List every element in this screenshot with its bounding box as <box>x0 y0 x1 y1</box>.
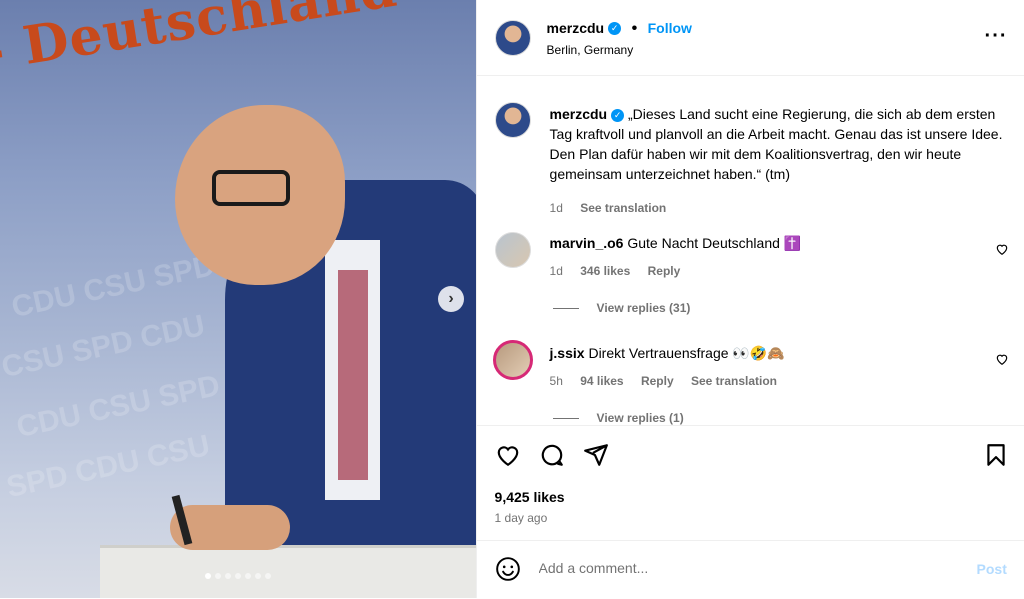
more-options-icon[interactable]: ··· <box>985 25 1008 48</box>
author-line: merzcdu ✓ • Follow <box>547 20 692 38</box>
view-replies-button[interactable]: View replies (1) <box>552 411 684 425</box>
instagram-post-dialog: - Deutschland CDU CSU SPD CSU SPD CDU CD… <box>0 0 1024 598</box>
post-comment-button[interactable]: Post <box>977 561 1007 577</box>
emoji-picker-icon[interactable] <box>495 556 521 582</box>
caption-meta: 1d See translation <box>550 198 1005 218</box>
like-comment-heart-icon[interactable] <box>995 352 1009 366</box>
post-location[interactable]: Berlin, Germany <box>547 43 634 57</box>
comment-meta: 1d 346 likes Reply <box>550 261 970 281</box>
caption-username[interactable]: merzcdu <box>550 106 608 122</box>
caption-age: 1d <box>549 201 563 215</box>
post-timestamp: 1 day ago <box>494 511 548 525</box>
desk-shape <box>100 545 476 598</box>
verified-badge-icon: ✓ <box>611 108 625 122</box>
carousel-dot <box>254 573 261 579</box>
like-heart-icon[interactable] <box>495 442 521 468</box>
comment-username[interactable]: j.ssix <box>550 345 585 361</box>
comment-text: Gute Nacht Deutschland ✝️ <box>627 235 802 251</box>
follow-button[interactable]: Follow <box>648 20 692 36</box>
carousel-indicator <box>0 573 476 579</box>
carousel-dot <box>204 573 211 579</box>
see-translation-link[interactable]: See translation <box>691 374 777 388</box>
post-actions: 9,425 likes 1 day ago <box>476 425 1024 536</box>
author-avatar[interactable] <box>494 20 531 56</box>
carousel-dot <box>234 573 241 579</box>
media-banner-text: - Deutschland <box>0 0 402 84</box>
reply-button[interactable]: Reply <box>641 374 674 388</box>
carousel-dot <box>264 573 271 579</box>
commenter-avatar-story-ring[interactable] <box>492 340 533 380</box>
like-comment-heart-icon[interactable] <box>995 242 1009 256</box>
separator-dot: • <box>631 20 638 37</box>
view-replies-button[interactable]: View replies (31) <box>552 301 691 315</box>
comment-username[interactable]: marvin_.o6 <box>550 235 624 251</box>
comment-item: marvin_.o6 Gute Nacht Deutschland ✝️ 1d … <box>550 233 970 281</box>
view-replies-label: View replies (31) <box>596 301 691 315</box>
author-username[interactable]: merzcdu <box>547 20 605 36</box>
comment-text: Direkt Vertrauensfrage 👀🤣🙈 <box>588 345 785 361</box>
comment-composer: Post <box>476 540 1024 599</box>
view-replies-label: View replies (1) <box>596 411 684 425</box>
replies-divider-line <box>552 418 579 420</box>
caption-author-avatar[interactable] <box>494 102 531 138</box>
glasses-shape <box>212 170 290 206</box>
comment-bubble-icon[interactable] <box>539 442 565 468</box>
carousel-dot <box>244 573 251 579</box>
post-caption: merzcdu ✓ „Dieses Land sucht eine Regieru… <box>550 104 1005 218</box>
comment-item: j.ssix Direkt Vertrauensfrage 👀🤣🙈 5h 94 … <box>550 343 970 391</box>
tie-shape <box>338 270 368 480</box>
post-header: merzcdu ✓ • Follow Berlin, Germany ··· <box>476 0 1024 76</box>
share-send-icon[interactable] <box>583 442 609 468</box>
commenter-avatar[interactable] <box>494 232 531 268</box>
comment-likes[interactable]: 346 likes <box>580 264 630 278</box>
bookmark-save-icon[interactable] <box>983 442 1009 468</box>
replies-divider-line <box>552 308 579 310</box>
verified-badge-icon: ✓ <box>608 22 622 36</box>
carousel-dot <box>224 573 231 579</box>
post-side-panel: merzcdu ✓ • Follow Berlin, Germany ··· me… <box>475 0 1024 599</box>
comment-meta: 5h 94 likes Reply See translation <box>550 371 970 391</box>
carousel-next-button[interactable]: › <box>438 286 464 312</box>
comment-likes[interactable]: 94 likes <box>580 374 623 388</box>
post-media[interactable]: - Deutschland CDU CSU SPD CSU SPD CDU CD… <box>0 0 476 598</box>
comment-age: 5h <box>549 374 563 388</box>
reply-button[interactable]: Reply <box>648 264 681 278</box>
likes-count[interactable]: 9,425 likes <box>495 489 565 505</box>
see-translation-link[interactable]: See translation <box>580 201 666 215</box>
add-comment-input[interactable] <box>536 559 961 577</box>
comment-age: 1d <box>549 264 563 278</box>
carousel-dot <box>214 573 221 579</box>
chevron-right-icon: › <box>448 290 454 307</box>
